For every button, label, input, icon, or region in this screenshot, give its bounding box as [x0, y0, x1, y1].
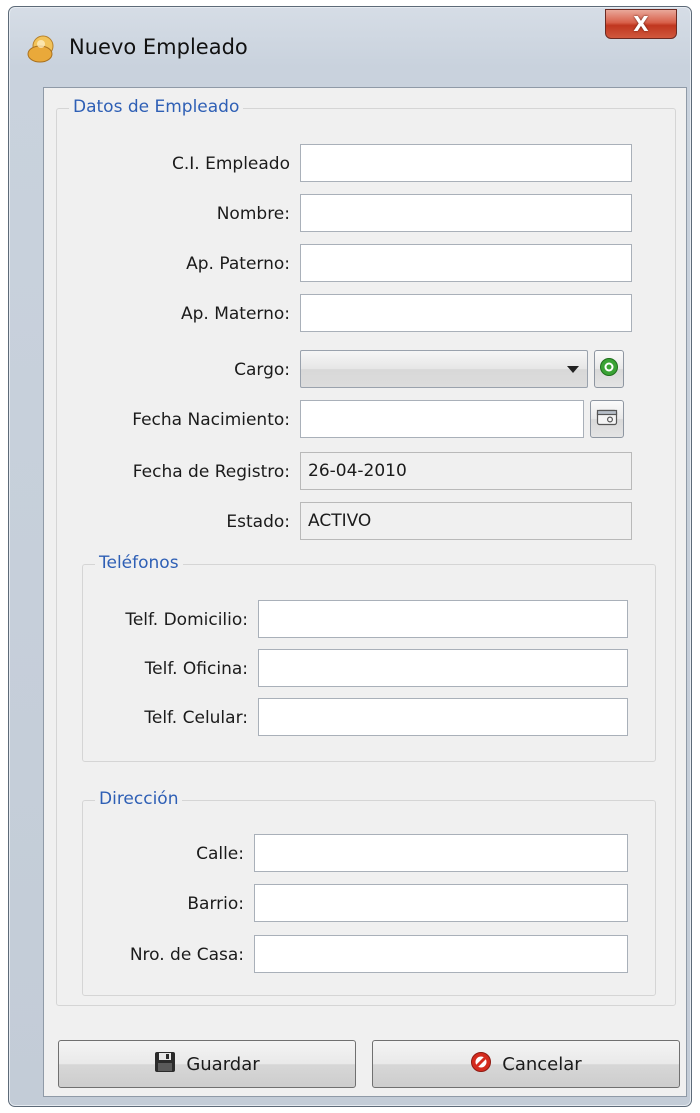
address-legend: Dirección [95, 789, 183, 809]
telf-domicilio-input[interactable] [258, 600, 628, 638]
telf-oficina-label: Telf. Oficina: [144, 659, 248, 679]
close-button[interactable]: X [605, 9, 677, 39]
cargo-select[interactable] [300, 350, 588, 388]
chevron-down-icon [567, 366, 579, 373]
employee-window: Nuevo Empleado X Datos de Empleado C.I. … [8, 6, 692, 1107]
add-cargo-button[interactable] [594, 350, 624, 388]
fecha-registro-field: 26-04-2010 [300, 452, 632, 490]
barrio-label: Barrio: [187, 894, 244, 914]
employee-icon [25, 31, 59, 65]
phones-legend: Teléfonos [95, 553, 183, 573]
ap-paterno-label: Ap. Paterno: [186, 254, 290, 274]
barrio-input[interactable] [254, 884, 628, 922]
close-icon: X [633, 12, 649, 36]
telf-oficina-input[interactable] [258, 649, 628, 687]
cancelar-label: Cancelar [502, 1053, 582, 1075]
calle-input[interactable] [254, 834, 628, 872]
ap-materno-label: Ap. Materno: [180, 304, 290, 324]
cancelar-button[interactable]: Cancelar [372, 1040, 680, 1088]
calendar-icon [596, 408, 618, 431]
nombre-input[interactable] [300, 194, 632, 232]
estado-field: ACTIVO [300, 502, 632, 540]
ap-paterno-input[interactable] [300, 244, 632, 282]
no-entry-icon [470, 1051, 492, 1078]
fecha-nacimiento-input[interactable] [300, 400, 584, 438]
telf-domicilio-label: Telf. Domicilio: [125, 610, 248, 630]
calendar-button[interactable] [590, 400, 624, 438]
calle-label: Calle: [196, 844, 244, 864]
form-body: Datos de Empleado C.I. Empleado Nombre: … [43, 87, 687, 1097]
window-title: Nuevo Empleado [69, 35, 248, 59]
cargo-label: Cargo: [234, 360, 290, 380]
fecha-registro-label: Fecha de Registro: [132, 462, 290, 482]
estado-label: Estado: [226, 512, 290, 532]
guardar-label: Guardar [186, 1053, 260, 1075]
floppy-disk-icon [154, 1051, 176, 1078]
ap-materno-input[interactable] [300, 294, 632, 332]
fecha-nacimiento-label: Fecha Nacimiento: [132, 410, 290, 430]
telf-celular-input[interactable] [258, 698, 628, 736]
telf-celular-label: Telf. Celular: [144, 708, 248, 728]
ci-input[interactable] [300, 144, 632, 182]
plus-circle-icon [599, 357, 619, 382]
guardar-button[interactable]: Guardar [58, 1040, 356, 1088]
nombre-label: Nombre: [216, 204, 290, 224]
ci-label: C.I. Empleado [172, 154, 290, 174]
title-bar[interactable]: Nuevo Empleado X [9, 7, 691, 71]
nro-casa-input[interactable] [254, 935, 628, 973]
employee-data-legend: Datos de Empleado [69, 97, 244, 117]
nro-casa-label: Nro. de Casa: [129, 945, 244, 965]
